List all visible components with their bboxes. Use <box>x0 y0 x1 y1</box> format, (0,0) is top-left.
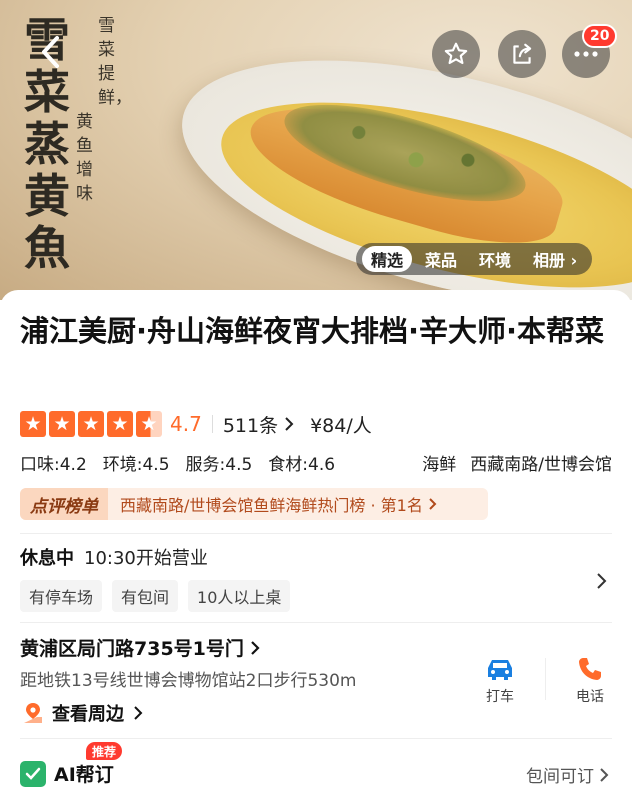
rating-score: 4.7 <box>170 412 202 436</box>
recommend-badge: 推荐 <box>86 742 123 760</box>
divider <box>20 622 612 623</box>
phone-button[interactable]: 电话 <box>560 656 620 706</box>
star-icon: ★ <box>107 411 133 437</box>
favorite-button[interactable] <box>432 30 480 78</box>
environment-score: 环境:4.5 <box>102 455 170 475</box>
service-score: 服务:4.5 <box>185 455 253 475</box>
more-dots-icon <box>574 51 598 57</box>
ranking-text: 西藏南路/世博会馆鱼鲜海鲜热门榜 · 第1名 <box>108 492 439 516</box>
photo-category-tabs: 精选 菜品 环境 相册 › <box>356 243 593 275</box>
phone-label: 电话 <box>576 689 604 705</box>
chevron-right-icon <box>134 706 143 720</box>
star-outline-icon <box>444 42 468 65</box>
chevron-right-icon <box>600 767 609 782</box>
review-count: 511条 <box>222 414 279 437</box>
taste-score: 口味:4.2 <box>20 455 87 475</box>
subway-distance: 距地铁13号线世博会博物馆站2口步行530m <box>20 671 357 691</box>
star-icon: ★ <box>78 411 104 437</box>
facility-tags: 有停车场 有包间 10人以上桌 <box>20 580 291 612</box>
private-room-label: 包间可订 <box>526 767 594 787</box>
tab-featured[interactable]: 精选 <box>362 246 413 272</box>
chevron-right-icon <box>285 417 294 431</box>
divider <box>545 658 546 700</box>
divider <box>20 738 612 739</box>
chevron-left-icon <box>42 36 59 68</box>
tab-environment[interactable]: 环境 <box>470 246 520 272</box>
star-icon: ★ <box>49 411 75 437</box>
share-icon <box>513 43 532 64</box>
view-nearby-link[interactable]: 查看周边 <box>22 700 144 726</box>
back-button[interactable] <box>30 28 70 76</box>
category: 海鲜 <box>422 455 457 475</box>
area: 西藏南路/世博会馆 <box>470 455 612 475</box>
sub-scores: 口味:4.2 环境:4.5 服务:4.5 食材:4.6 <box>20 450 335 475</box>
facility-tag: 10人以上桌 <box>188 580 291 612</box>
calligraphy-subtitle-1: 雪菜提鲜， <box>98 16 132 108</box>
view-nearby-label: 查看周边 <box>52 704 124 725</box>
share-button[interactable] <box>498 30 546 78</box>
facility-tag: 有包间 <box>112 580 179 612</box>
category-tags: 海鲜 西藏南路/世博会馆 <box>422 450 612 475</box>
chevron-right-icon <box>251 640 260 655</box>
address-link[interactable]: 黄浦区局门路735号1号门 <box>20 634 262 661</box>
notification-badge: 20 <box>582 24 618 48</box>
shop-name: 浦江美厨·舟山海鲜夜宵大排档·辛大师·本帮菜 <box>20 314 605 348</box>
ai-booking-button[interactable]: AI帮订 <box>20 760 114 787</box>
map-pin-icon <box>24 703 42 723</box>
divider <box>211 415 213 433</box>
ranking-text-value: 西藏南路/世博会馆鱼鲜海鲜热门榜 · 第1名 <box>120 496 423 515</box>
phone-icon <box>579 658 601 680</box>
ai-booking-label: AI帮订 <box>54 764 114 786</box>
tab-album[interactable]: 相册 › <box>524 246 586 272</box>
hero-photo[interactable]: 雪菜蒸黄魚 雪菜提鲜， 黄鱼增味 20 精选 菜品 环境 相册 › <box>0 0 632 300</box>
ranking-banner[interactable]: 点评榜单 西藏南路/世博会馆鱼鲜海鲜热门榜 · 第1名 <box>20 488 488 520</box>
ingredient-score: 食材:4.6 <box>268 455 336 475</box>
half-star-icon: ★ <box>136 411 162 437</box>
shop-info-card: 浦江美厨·舟山海鲜夜宵大排档·辛大师·本帮菜 ★ ★ ★ ★ ★ 4.7 511… <box>0 290 632 800</box>
street-address: 黄浦区局门路735号1号门 <box>20 638 244 660</box>
divider <box>20 533 612 534</box>
calligraphy-subtitle-2: 黄鱼增味 <box>76 112 93 204</box>
chevron-right-icon[interactable] <box>594 572 610 590</box>
rating-row[interactable]: ★ ★ ★ ★ ★ 4.7 511条 ¥84/人 <box>20 410 372 438</box>
facility-tag: 有停车场 <box>20 580 103 612</box>
chevron-right-icon <box>429 498 437 510</box>
ranking-label: 点评榜单 <box>20 488 108 520</box>
average-price: ¥84/人 <box>310 414 372 437</box>
car-icon <box>488 660 512 680</box>
business-status: 休息中 <box>20 548 74 569</box>
star-rating: ★ ★ ★ ★ ★ <box>20 411 162 437</box>
tab-dishes[interactable]: 菜品 <box>416 246 466 272</box>
open-time: 10:30开始营业 <box>84 548 208 569</box>
business-hours[interactable]: 休息中 10:30开始营业 <box>20 544 208 570</box>
taxi-button[interactable]: 打车 <box>470 656 530 706</box>
check-icon <box>20 760 46 787</box>
private-room-link[interactable]: 包间可订 <box>526 762 610 787</box>
taxi-label: 打车 <box>486 689 514 705</box>
star-icon: ★ <box>20 411 46 437</box>
review-count-link[interactable]: 511条 <box>223 411 296 438</box>
